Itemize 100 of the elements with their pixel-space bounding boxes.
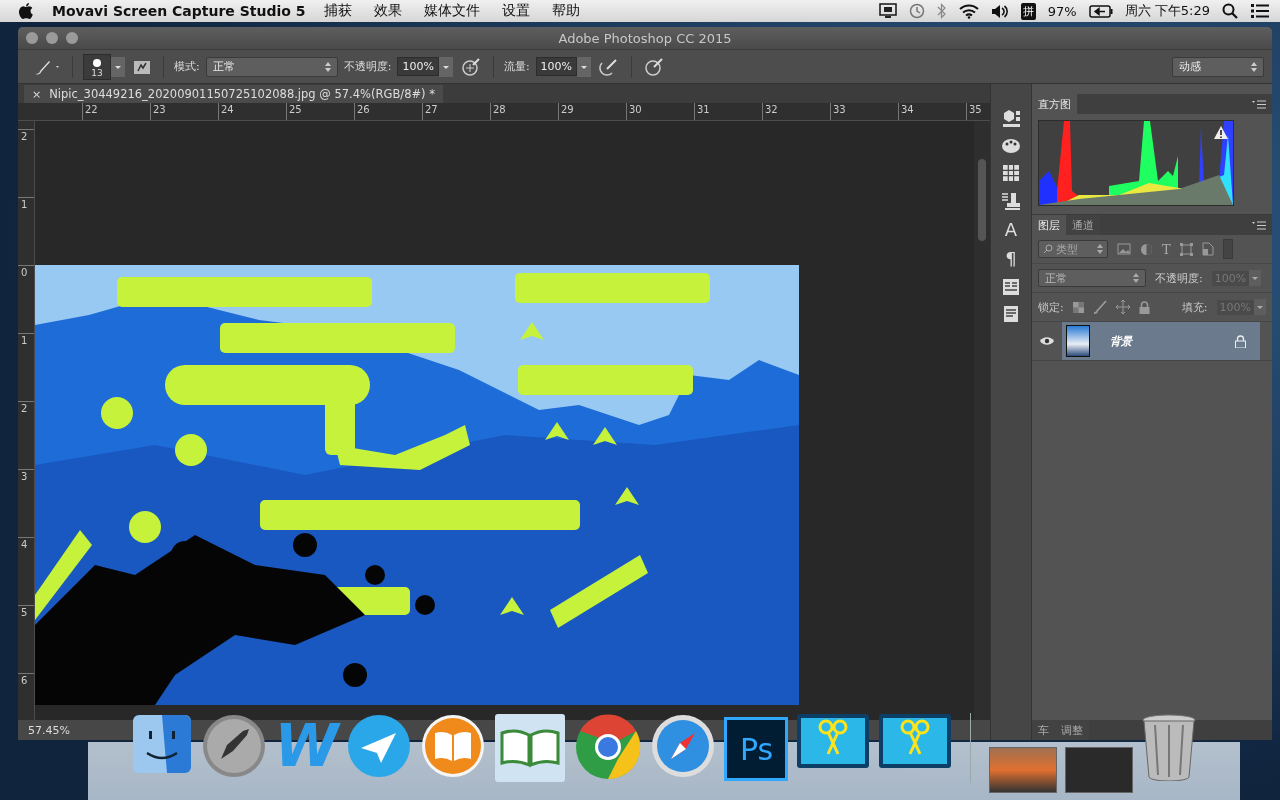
zoom-level[interactable]: 57.45% [28,723,70,737]
up-down-arrows-icon [1133,273,1139,283]
smiling-face-logo-icon[interactable] [130,713,193,775]
shape-filter-icon[interactable] [1179,242,1193,256]
lock-pixels-icon[interactable] [1072,301,1084,313]
ruler-number: 24 [218,103,286,120]
caret-icon[interactable] [577,56,592,77]
trash-icon[interactable] [1141,713,1198,781]
close-button[interactable] [26,32,38,44]
eye-icon[interactable] [1040,336,1054,346]
paragraph-icon[interactable]: ¶ [1005,249,1017,269]
flow-field[interactable]: 100% [535,57,578,76]
panel-menu-icon[interactable] [1252,99,1266,109]
move-icon[interactable] [1115,300,1130,314]
ruler-number: 27 [422,103,490,120]
window-title: Adobe Photoshop CC 2015 [558,30,732,46]
paper-plane-icon[interactable] [346,713,413,779]
palette-icon[interactable] [1001,137,1021,155]
stamp-icon[interactable] [1001,191,1021,211]
menu-item[interactable]: 帮助 [551,2,580,20]
airbrush-icon[interactable] [599,56,620,77]
ruler-number: 34 [898,103,966,120]
opacity-label: 不透明度: [343,59,392,74]
caret-icon[interactable] [1249,270,1262,286]
clock-icon[interactable] [908,3,925,19]
image-filter-icon[interactable] [1117,243,1131,255]
workspace-dropdown[interactable]: 动感 [1172,56,1264,77]
menu-item[interactable]: 捕获 [323,2,352,20]
histogram-tab[interactable]: 直方图 [1032,94,1077,114]
chrome-icon[interactable] [574,713,643,781]
menu-item[interactable]: 效果 [373,2,402,20]
battery-percentage[interactable]: 97% [1047,3,1077,19]
menu-item[interactable]: 设置 [501,2,530,20]
window-thumbnail[interactable] [989,747,1058,793]
brush-icon[interactable] [1092,300,1107,314]
wifi-icon[interactable] [958,3,979,19]
character-icon[interactable]: A [1004,220,1018,240]
mode-dropdown[interactable]: 正常 [205,56,338,77]
caret-icon[interactable] [111,56,125,77]
ruler-number: 29 [558,103,626,120]
up-down-arrows-icon [1251,61,1257,72]
search-icon[interactable] [1222,3,1238,19]
window-thumbnail[interactable] [1065,747,1134,793]
battery-icon[interactable] [1088,4,1113,18]
photoshop-logo-icon[interactable]: Ps [724,717,789,781]
panel-tab[interactable]: 图层 [1032,215,1066,235]
brush-preset-button[interactable]: 13 [83,53,111,80]
apple-icon[interactable] [18,2,34,20]
ruler-number: 26 [354,103,422,120]
ruler-number: 0 [18,265,34,333]
ruler-number: 28 [490,103,558,120]
layer-name: 背景 [1110,333,1132,349]
lock-icon[interactable] [1138,300,1150,314]
volume-icon[interactable] [990,3,1009,19]
screen-capture-icon[interactable] [878,3,897,19]
clock-text[interactable]: 周六 下午5:29 [1124,2,1210,20]
fill-label: 填充: [1181,299,1208,315]
book-icon[interactable] [420,713,487,779]
ruler-number: 3 [18,469,34,537]
document-tab[interactable]: × Nipic_30449216_20200901150725102088.jpg @ 57.4%(RGB/8#) * [24,85,443,103]
ruler-number: 25 [286,103,354,120]
minimize-button[interactable] [46,32,58,44]
app-menu[interactable]: Movavi Screen Capture Studio 5 [52,3,306,19]
ruler-number: 32 [762,103,830,120]
search-icon [1043,244,1053,254]
open-book-icon[interactable] [494,713,567,783]
list-icon[interactable] [1250,3,1270,19]
grid-icon[interactable] [1002,164,1020,182]
pressure-opacity-icon[interactable] [460,56,481,77]
pressure-size-icon[interactable] [644,56,665,77]
up-down-arrows-icon [324,61,331,72]
panel-menu-icon[interactable] [1252,220,1266,230]
filter-toggle[interactable] [1222,239,1233,259]
scissors-icon[interactable] [796,713,871,769]
ruler-number: 4 [18,537,34,605]
flow-label: 流量: [503,59,530,74]
ruler-number: 22 [82,103,150,120]
cube-icon[interactable] [1001,108,1021,128]
caret-icon[interactable] [1254,299,1266,315]
compass-icon[interactable] [650,713,717,779]
scissors-icon[interactable] [878,713,953,769]
blend-mode-dropdown[interactable]: 正常 [1038,269,1146,287]
zoom-button[interactable] [66,32,78,44]
input-method-indicator[interactable]: 拼 [1020,2,1036,20]
notes-icon[interactable] [1002,278,1020,296]
layer-row[interactable]: 背景 [1062,322,1260,360]
menu-item[interactable]: 媒体文件 [423,2,480,20]
ruler-number: 5 [18,605,34,673]
document-icon[interactable] [1003,305,1019,323]
smart-object-filter-icon[interactable] [1201,242,1214,256]
ruler-number: 2 [18,129,34,197]
vertical-scrollbar[interactable] [974,121,990,720]
ruler-number: 2 [18,401,34,469]
adjustment-filter-icon[interactable] [1140,242,1153,256]
opacity-field[interactable]: 100% [397,57,439,76]
lock-icon [1235,334,1246,348]
warning-icon [1214,126,1228,139]
ruler-number: 31 [694,103,762,120]
bluetooth-icon[interactable] [936,3,947,19]
ruler-number: 1 [18,197,34,265]
